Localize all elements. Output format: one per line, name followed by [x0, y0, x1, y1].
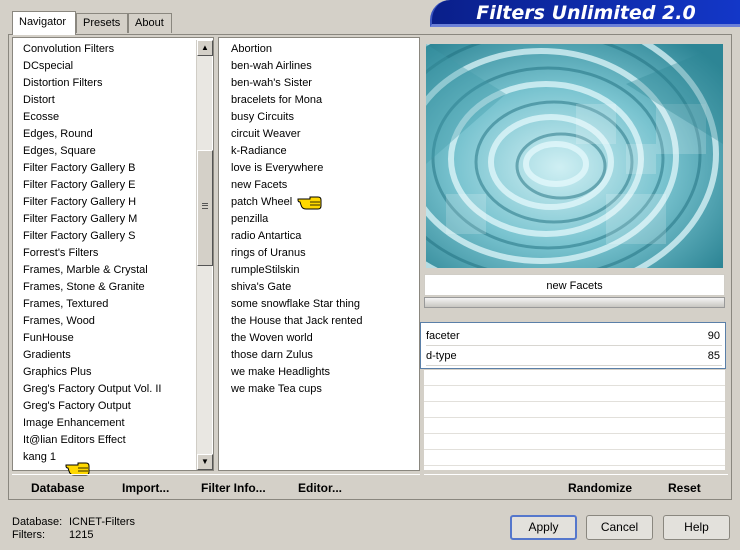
category-list-item[interactable]: Forrest's Filters: [23, 245, 161, 262]
category-list-item[interactable]: Frames, Textured: [23, 296, 161, 313]
tab-navigator[interactable]: Navigator: [12, 11, 76, 35]
category-list-item[interactable]: Distortion Filters: [23, 75, 161, 92]
right-action-bar: Randomize Reset: [424, 474, 728, 500]
filter-info-button[interactable]: Filter Info...: [201, 481, 266, 495]
help-button[interactable]: Help: [663, 515, 730, 540]
category-scrollbar[interactable]: ▲ ▼: [196, 40, 213, 470]
filter-list-item[interactable]: busy Circuits: [231, 109, 362, 126]
category-list-item[interactable]: Edges, Square: [23, 143, 161, 160]
app-title: Filters Unlimited 2.0: [476, 2, 696, 24]
scroll-thumb[interactable]: [197, 150, 213, 266]
category-list-item[interactable]: It@lian Editors Effect: [23, 432, 161, 449]
scroll-up-button[interactable]: ▲: [197, 40, 213, 56]
database-button[interactable]: Database: [31, 481, 84, 495]
editor-button[interactable]: Editor...: [298, 481, 342, 495]
filter-list-item[interactable]: rings of Uranus: [231, 245, 362, 262]
category-list-item[interactable]: Frames, Marble & Crystal: [23, 262, 161, 279]
category-list[interactable]: Convolution Filters DCspecial Distortion F…: [12, 37, 214, 471]
category-list-item[interactable]: Gradients: [23, 347, 161, 364]
filter-list-item[interactable]: love is Everywhere: [231, 160, 362, 177]
filter-list-item[interactable]: penzilla: [231, 211, 362, 228]
left-action-bar: Database Import... Filter Info... Editor…: [12, 474, 420, 500]
category-list-item[interactable]: kang 1: [23, 449, 161, 466]
filter-list-item[interactable]: we make Headlights: [231, 364, 362, 381]
pointing-hand-icon: [297, 196, 322, 210]
tab-presets[interactable]: Presets: [76, 13, 128, 33]
filter-list-item[interactable]: radio Antartica: [231, 228, 362, 245]
category-list-item[interactable]: Filter Factory Gallery B: [23, 160, 161, 177]
category-list-item[interactable]: Filter Factory Gallery M: [23, 211, 161, 228]
category-list-item[interactable]: Filter Factory Gallery S: [23, 228, 161, 245]
filter-list-item[interactable]: bracelets for Mona: [231, 92, 362, 109]
app-banner: Filters Unlimited 2.0: [430, 0, 740, 27]
empty-parameter-rows: [424, 370, 725, 470]
filter-list-item[interactable]: the Woven world: [231, 330, 362, 347]
category-list-item[interactable]: Frames, Wood: [23, 313, 161, 330]
param-name: d-type: [426, 350, 457, 362]
filter-list-item[interactable]: the House that Jack rented: [231, 313, 362, 330]
selected-filter-name: new Facets: [424, 274, 725, 296]
filter-list-item[interactable]: ben-wah's Sister: [231, 75, 362, 92]
filter-list[interactable]: Abortion ben-wah Airlines ben-wah's Sister…: [218, 37, 420, 471]
category-list-item[interactable]: Filter Factory Gallery E: [23, 177, 161, 194]
cancel-button[interactable]: Cancel: [586, 515, 653, 540]
filter-list-item[interactable]: we make Tea cups: [231, 381, 362, 398]
category-list-item[interactable]: Graphics Plus: [23, 364, 161, 381]
randomize-button[interactable]: Randomize: [568, 481, 632, 495]
apply-button[interactable]: Apply: [510, 515, 577, 540]
category-list-item[interactable]: Greg's Factory Output Vol. II: [23, 381, 161, 398]
reset-button[interactable]: Reset: [668, 481, 701, 495]
filter-list-item[interactable]: those darn Zulus: [231, 347, 362, 364]
param-row-faceter[interactable]: faceter 90: [426, 326, 722, 346]
filter-list-item[interactable]: k-Radiance: [231, 143, 362, 160]
filter-list-item[interactable]: Abortion: [231, 41, 362, 58]
scroll-down-button[interactable]: ▼: [197, 454, 213, 470]
category-list-item[interactable]: Frames, Stone & Granite: [23, 279, 161, 296]
category-list-item[interactable]: Image Enhancement: [23, 415, 161, 432]
param-value: 90: [707, 330, 720, 342]
param-value: 85: [707, 350, 720, 362]
category-list-item[interactable]: FunHouse: [23, 330, 161, 347]
tab-about[interactable]: About: [128, 13, 172, 33]
category-list-item[interactable]: Convolution Filters: [23, 41, 161, 58]
filter-list-item[interactable]: shiva's Gate: [231, 279, 362, 296]
filter-list-item[interactable]: rumpleStilskin: [231, 262, 362, 279]
filter-preview-image: [426, 44, 723, 268]
status-filters: Filters: 1215: [12, 529, 94, 541]
filter-list-item[interactable]: circuit Weaver: [231, 126, 362, 143]
category-list-item[interactable]: DCspecial: [23, 58, 161, 75]
category-list-item[interactable]: Greg's Factory Output: [23, 398, 161, 415]
filter-list-item[interactable]: some snowflake Star thing: [231, 296, 362, 313]
category-list-item[interactable]: Edges, Round: [23, 126, 161, 143]
category-list-item[interactable]: Filter Factory Gallery H: [23, 194, 161, 211]
progress-bar: [424, 297, 725, 308]
import-button[interactable]: Import...: [122, 481, 169, 495]
param-row-d-type[interactable]: d-type 85: [426, 346, 722, 366]
param-name: faceter: [426, 330, 460, 342]
category-list-item[interactable]: Ecosse: [23, 109, 161, 126]
category-list-item[interactable]: Distort: [23, 92, 161, 109]
parameter-list[interactable]: faceter 90 d-type 85: [420, 322, 726, 369]
filter-list-item[interactable]: ben-wah Airlines: [231, 58, 362, 75]
status-database: Database: ICNET-Filters: [12, 516, 135, 528]
